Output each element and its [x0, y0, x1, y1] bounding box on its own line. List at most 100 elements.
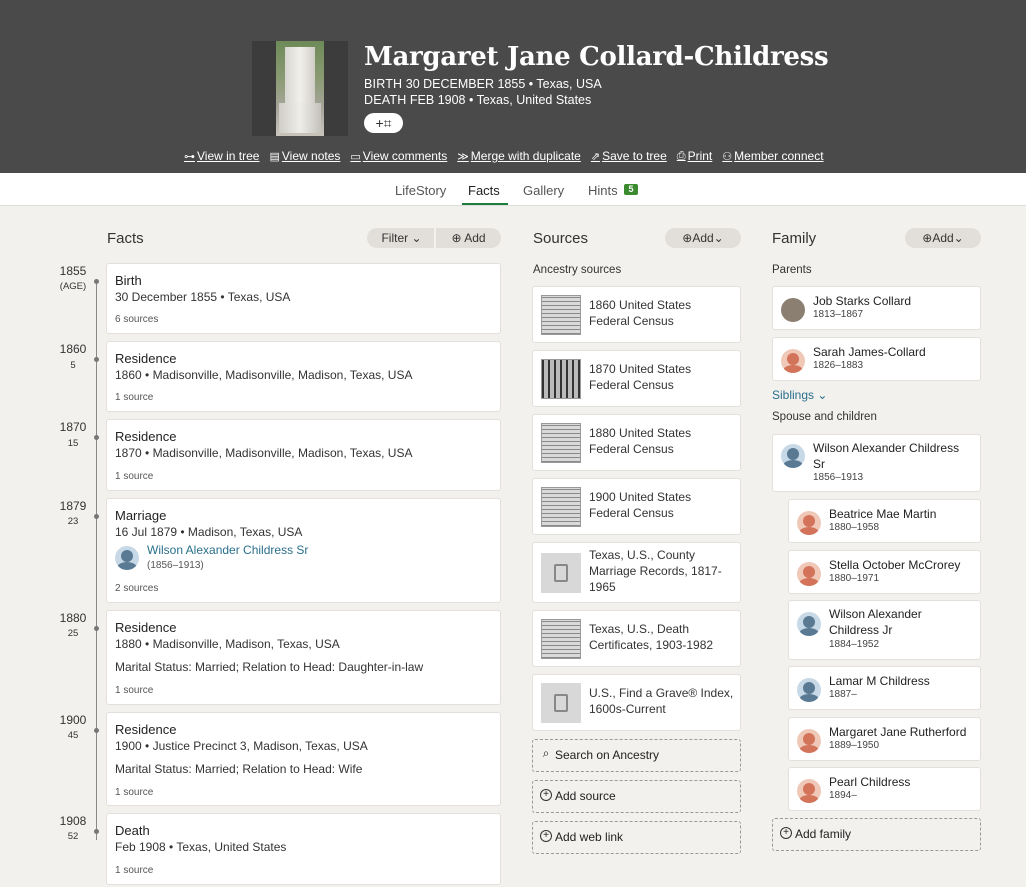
tab-gallery[interactable]: Gallery — [523, 183, 564, 198]
fact-card-residence[interactable]: Residence 1860 • Madisonville, Madisonvi… — [106, 341, 501, 412]
source-title: Texas, U.S., Death Certificates, 1903-19… — [589, 622, 714, 652]
fact-age: 15 — [67, 438, 79, 449]
source-title: 1870 United States Federal Census — [589, 362, 692, 392]
death-event: DEATH FEB 1908 • Texas, United States — [364, 93, 591, 107]
view-notes-link[interactable]: ▤ View notes — [269, 149, 340, 163]
source-card[interactable]: Texas, U.S., County Marriage Records, 18… — [532, 542, 741, 603]
print-link[interactable]: ⎙ Print — [677, 149, 713, 163]
child-card[interactable]: Beatrice Mae Martin 1880–1958 — [788, 499, 981, 543]
notes-icon: ▤ — [269, 150, 280, 163]
fact-card-birth[interactable]: Birth 30 December 1855 • Texas, USA 6 so… — [106, 263, 501, 334]
timeline-dot — [94, 357, 99, 362]
fact-sources[interactable]: 2 sources — [115, 583, 158, 594]
fact-detail-extra: Marital Status: Married; Relation to Hea… — [115, 660, 424, 674]
filter-button[interactable]: Filter ⌄ — [367, 228, 436, 248]
parents-label: Parents — [772, 264, 812, 276]
fact-age: (AGE) — [59, 281, 87, 292]
timeline-dot — [94, 829, 99, 834]
child-card[interactable]: Wilson Alexander Childress Jr 1884–1952 — [788, 600, 981, 660]
spouse-card[interactable]: Wilson Alexander Childress Sr 1856–1913 — [772, 434, 981, 492]
plus-circle-icon: ⊕ — [451, 231, 465, 245]
fact-card-residence[interactable]: Residence 1880 • Madisonville, Madison, … — [106, 610, 501, 705]
child-card[interactable]: Stella October McCrorey 1880–1971 — [788, 550, 981, 594]
fact-year: 1860 — [59, 342, 87, 356]
source-card[interactable]: 1880 United States Federal Census — [532, 414, 741, 471]
family-member-dates: 1889–1950 — [829, 740, 880, 751]
fact-card-residence[interactable]: Residence 1870 • Madisonville, Madisonvi… — [106, 419, 501, 491]
save-to-tree-link[interactable]: ⇗ Save to tree — [591, 149, 667, 163]
siblings-toggle[interactable]: Siblings ⌄ — [772, 388, 827, 402]
death-certificate-thumbnail — [541, 619, 581, 659]
add-family-menu-button[interactable]: ⊕Add⌄ — [905, 228, 981, 248]
fact-sources[interactable]: 1 source — [115, 787, 153, 798]
source-card[interactable]: 1870 United States Federal Census — [532, 350, 741, 407]
view-comments-link[interactable]: ▭ View comments — [350, 149, 447, 163]
fact-sources[interactable]: 1 source — [115, 392, 153, 403]
merge-duplicate-link[interactable]: ≫ Merge with duplicate — [457, 149, 581, 163]
female-avatar-icon — [797, 562, 821, 586]
profile-tabs: LifeStory Facts Gallery Hints 5 — [0, 173, 1026, 206]
source-card[interactable]: Texas, U.S., Death Certificates, 1903-19… — [532, 610, 741, 667]
add-source-menu-button[interactable]: ⊕Add⌄ — [665, 228, 741, 248]
spouse-dates: (1856–1913) — [147, 560, 204, 571]
add-web-link-button[interactable]: + Add web link — [532, 821, 741, 854]
parent-card[interactable]: Sarah James-Collard 1826–1883 — [772, 337, 981, 381]
family-member-dates: 1894– — [829, 790, 857, 801]
child-card[interactable]: Margaret Jane Rutherford 1889–1950 — [788, 717, 981, 761]
fact-detail: 1870 • Madisonville, Madisonville, Madis… — [115, 446, 413, 460]
source-card[interactable]: U.S., Find a Grave® Index, 1600s-Current — [532, 674, 741, 731]
plus-circle-icon: + — [780, 827, 792, 839]
person-name: Margaret Jane Collard-Childress — [364, 42, 829, 72]
timeline-dot — [94, 626, 99, 631]
search-on-ancestry-button[interactable]: ⌕ Search on Ancestry — [532, 739, 741, 772]
view-in-tree-link[interactable]: ⊶ View in tree — [184, 149, 259, 163]
member-connect-link[interactable]: ⚇ Member connect — [722, 149, 823, 163]
add-fact-button[interactable]: ⊕ Add — [436, 228, 501, 248]
fact-sources[interactable]: 1 source — [115, 865, 153, 876]
fact-title: Birth — [115, 273, 142, 288]
timeline-line — [96, 280, 97, 840]
spouse-link[interactable]: Wilson Alexander Childress Sr — [147, 543, 308, 557]
spouse-children-label: Spouse and children — [772, 411, 877, 423]
family-member-dates: 1887– — [829, 689, 857, 700]
family-member-name: Job Starks Collard — [813, 294, 912, 308]
plus-circle-icon: ⊕ — [922, 231, 933, 245]
source-title: U.S., Find a Grave® Index, 1600s-Current — [589, 686, 734, 716]
source-card[interactable]: 1860 United States Federal Census — [532, 286, 741, 343]
fact-card-residence[interactable]: Residence 1900 • Justice Precinct 3, Mad… — [106, 712, 501, 806]
ancestry-sources-label: Ancestry sources — [533, 264, 622, 276]
plus-circle-icon: + — [540, 830, 552, 842]
chevron-down-icon: ⌄ — [408, 231, 422, 245]
child-card[interactable]: Pearl Childress 1894– — [788, 767, 981, 811]
fact-title: Marriage — [115, 508, 167, 523]
add-family-button[interactable]: + Add family — [772, 818, 981, 851]
male-avatar-icon — [797, 612, 821, 636]
tab-hints[interactable]: Hints — [588, 183, 618, 198]
fact-card-death[interactable]: Death Feb 1908 • Texas, United States 1 … — [106, 813, 501, 885]
document-icon — [541, 683, 581, 723]
profile-photo[interactable] — [252, 41, 348, 136]
source-title: 1880 United States Federal Census — [589, 426, 692, 456]
fact-sources[interactable]: 6 sources — [115, 314, 158, 325]
child-card[interactable]: Lamar M Childress 1887– — [788, 666, 981, 710]
chevron-down-icon: ⌄ — [814, 388, 828, 402]
fact-age: 23 — [67, 516, 79, 527]
tab-lifestory[interactable]: LifeStory — [395, 183, 446, 198]
parent-card[interactable]: Job Starks Collard 1813–1867 — [772, 286, 981, 330]
add-tag-button[interactable]: +⌗ — [364, 113, 403, 133]
source-card[interactable]: 1900 United States Federal Census — [532, 478, 741, 535]
sources-heading: Sources — [533, 230, 589, 247]
fact-sources[interactable]: 1 source — [115, 685, 153, 696]
tab-facts[interactable]: Facts — [468, 183, 500, 198]
fact-sources[interactable]: 1 source — [115, 471, 153, 482]
save-icon: ⇗ — [590, 150, 601, 163]
source-title: 1860 United States Federal Census — [589, 298, 692, 328]
fact-card-marriage[interactable]: Marriage 16 Jul 1879 • Madison, Texas, U… — [106, 498, 501, 603]
hints-count-badge: 5 — [624, 184, 638, 195]
timeline-dot — [94, 279, 99, 284]
birth-label: BIRTH — [364, 77, 403, 91]
fact-title: Residence — [115, 429, 177, 444]
add-source-button[interactable]: + Add source — [532, 780, 741, 813]
family-member-dates: 1880–1971 — [829, 573, 880, 584]
search-icon: ⌕ — [542, 746, 550, 760]
